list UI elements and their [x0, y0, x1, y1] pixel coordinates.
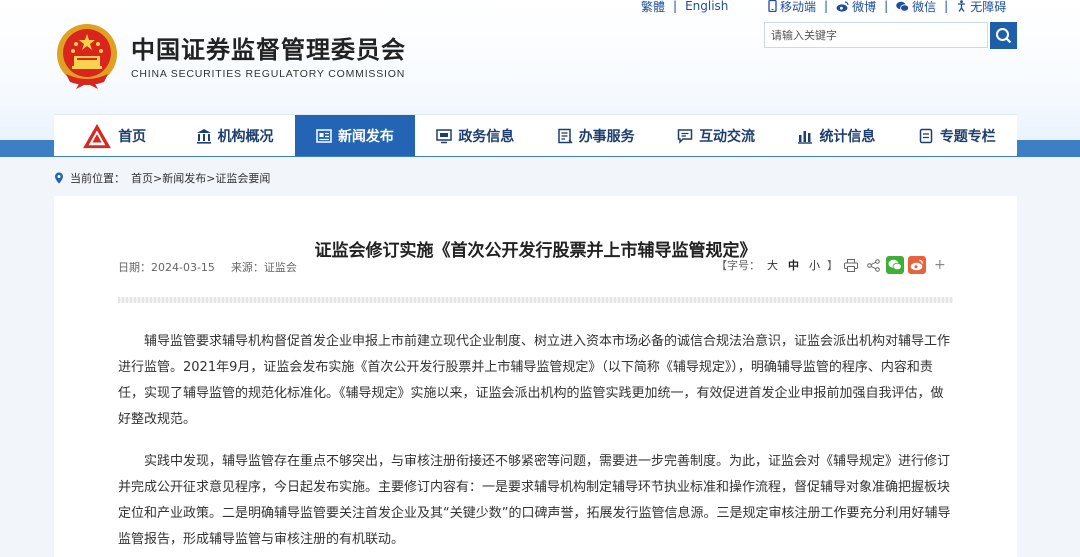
print-icon — [844, 258, 858, 272]
share-button[interactable] — [864, 256, 882, 274]
search-button[interactable] — [990, 22, 1017, 49]
nav-item-home[interactable]: 首页 — [54, 115, 174, 156]
weibo-link[interactable]: 微博 — [836, 0, 876, 15]
wechat-link[interactable]: 微信 — [896, 0, 936, 15]
breadcrumb-prefix: 当前位置： — [70, 172, 125, 185]
font-size-bracket: 】 — [827, 259, 838, 272]
separator: | — [673, 0, 678, 13]
search-input[interactable] — [764, 22, 988, 48]
traditional-chinese-link[interactable]: 繁體 — [641, 0, 665, 15]
weibo-icon — [836, 0, 849, 12]
nav-item-government-info[interactable]: 政务信息 — [415, 115, 535, 156]
national-emblem-icon — [57, 24, 117, 89]
chat-icon — [677, 128, 693, 144]
wechat-share-icon — [888, 259, 902, 271]
font-size-large-button[interactable]: 大 — [767, 257, 778, 273]
topic-icon — [919, 128, 933, 143]
nav-label: 新闻发布 — [337, 128, 394, 145]
font-size-small-button[interactable]: 小 — [809, 257, 820, 273]
nav-item-interaction[interactable]: 互动交流 — [656, 115, 776, 156]
wechat-icon — [896, 1, 910, 12]
nav-label: 专题专栏 — [939, 128, 996, 145]
accessibility-icon — [958, 0, 966, 12]
channel-links: 移动端 | 微博 | 微信 | 无障碍 — [768, 0, 1006, 14]
nav-item-services[interactable]: 办事服务 — [536, 115, 656, 156]
more-share-button[interactable]: + — [934, 257, 946, 273]
accessibility-link[interactable]: 无障碍 — [956, 0, 1006, 15]
breadcrumb-path[interactable]: 首页>新闻发布>证监会要闻 — [131, 170, 270, 186]
separator: | — [824, 0, 829, 13]
share-icon — [866, 258, 880, 272]
article-tools: 【字号： 大 中 小 】 + — [716, 256, 946, 274]
building-icon — [196, 128, 211, 144]
language-links: 繁體 | English — [641, 0, 728, 14]
nav-item-topics[interactable]: 专题专栏 — [897, 115, 1017, 156]
wechat-share-button[interactable] — [886, 256, 904, 274]
wechat-label: 微信 — [912, 0, 937, 14]
monitor-icon — [436, 128, 453, 143]
nav-label: 统计信息 — [819, 128, 876, 145]
english-link[interactable]: English — [685, 0, 728, 13]
news-icon — [316, 128, 332, 143]
location-pin-icon — [55, 172, 63, 184]
print-button[interactable] — [842, 256, 860, 274]
mobile-icon — [768, 0, 777, 12]
nav-label: 政务信息 — [458, 128, 515, 145]
nav-label: 互动交流 — [699, 128, 756, 145]
accessibility-label: 无障碍 — [970, 0, 1007, 14]
mobile-link[interactable]: 移动端 — [768, 0, 816, 15]
nav-label: 机构概况 — [217, 128, 274, 145]
font-size-label: 【字号： — [716, 259, 760, 272]
separator: | — [944, 0, 949, 13]
nav-item-news[interactable]: 新闻发布 — [294, 115, 416, 156]
weibo-share-button[interactable] — [908, 256, 926, 274]
home-logo-icon — [83, 123, 112, 148]
site-title: 中国证券监督管理委员会 — [131, 36, 406, 64]
font-size-medium-button[interactable]: 中 — [788, 257, 799, 273]
article-paragraph: 辅导监管要求辅导机构督促首发企业申报上市前建立现代企业制度、树立进入资本市场必备… — [118, 334, 951, 427]
site-subtitle: CHINA SECURITIES REGULATORY COMMISSION — [131, 68, 406, 80]
main-nav: 首页 机构概况 新闻发布 政务信息 办事服务 互动交流 统计信息 专题专栏 — [54, 114, 1017, 156]
service-icon — [557, 128, 573, 144]
nav-label: 办事服务 — [578, 128, 635, 145]
nav-item-statistics[interactable]: 统计信息 — [776, 115, 896, 156]
nav-label: 首页 — [118, 128, 147, 145]
article-meta: 日期：2024-03-15 来源：证监会 — [118, 259, 297, 275]
search-icon — [996, 28, 1012, 44]
article-source: 来源：证监会 — [230, 261, 297, 274]
mobile-label: 移动端 — [780, 0, 817, 14]
article-paragraph: 实践中发现，辅导监管存在重点不够突出，与审核注册衔接还不够紧密等问题，需要进一步… — [118, 454, 951, 547]
stats-icon — [798, 130, 813, 144]
article-date: 日期：2024-03-15 — [118, 261, 215, 274]
title-divider — [118, 297, 953, 303]
weibo-share-icon — [910, 259, 924, 271]
breadcrumb: 当前位置： 首页>新闻发布>证监会要闻 — [54, 170, 270, 186]
article-card: 证监会修订实施《首次公开发行股票并上市辅导监管规定》 日期：2024-03-15… — [54, 196, 1017, 557]
nav-item-organization[interactable]: 机构概况 — [174, 115, 294, 156]
separator: | — [884, 0, 889, 13]
weibo-label: 微博 — [852, 0, 877, 14]
